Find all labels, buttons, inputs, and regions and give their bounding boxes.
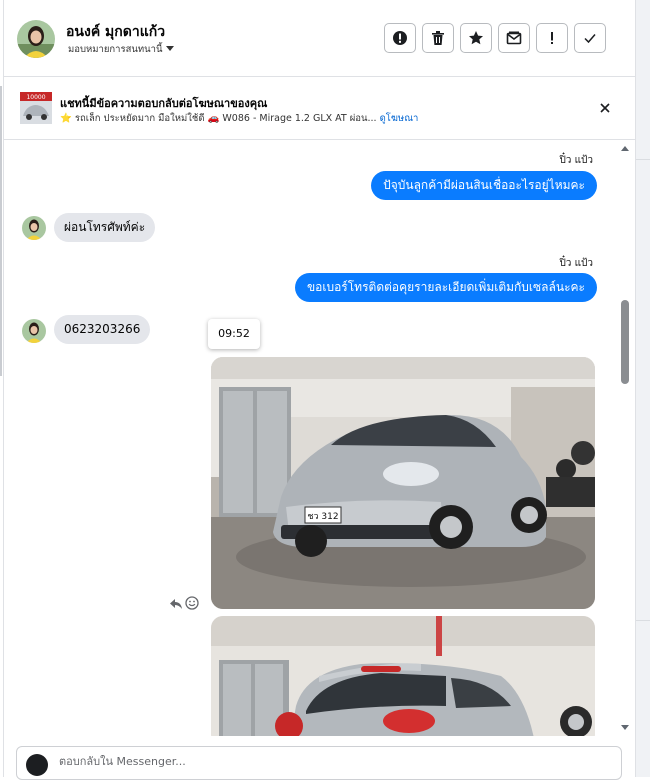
close-icon[interactable] [596,99,614,117]
ad-banner-title: แชทนี้มีข้อความตอบกลับต่อโฆษณาของคุณ [60,97,268,110]
mark-unread-button[interactable] [498,23,530,53]
reply-composer[interactable] [16,746,622,780]
timestamp-tooltip: 09:52 [208,319,260,349]
outgoing-message[interactable]: ปัจุบันลูกค้ามีผ่อนสินเชื่ออะไรอยู่ไหมคะ [371,171,597,200]
view-ad-link[interactable]: ดูโฆษณา [380,113,419,124]
scroll-down-icon[interactable] [620,724,630,732]
ad-thumb-text: 10000 [26,94,45,101]
incoming-message[interactable]: ผ่อนโทรศัพท์ค่ะ [54,213,156,242]
assign-label: มอบหมายการสนทนานี้ [68,44,163,55]
left-scrollbar[interactable] [0,86,2,376]
contact-avatar-small [22,216,46,240]
delete-button[interactable] [422,23,454,53]
emoji-reaction-icon[interactable] [185,596,199,610]
contact-avatar[interactable] [17,20,55,58]
ad-banner-subtitle: ⭐ รถเล็ก ประหยัดมาก มือใหม่ใช้ดี 🚗 W086 … [60,111,418,126]
license-plate-text: ชว 312 [307,512,338,522]
message-sender-name: ปิ๋ว แป้ว [559,155,593,166]
spam-button[interactable] [384,23,416,53]
star-button[interactable] [460,23,492,53]
ad-description: ⭐ รถเล็ก ประหยัดมาก มือใหม่ใช้ดี 🚗 W086 … [60,113,377,124]
alert-circle-icon [393,31,407,45]
reply-input[interactable] [59,755,459,768]
conversation-panel: อนงค์ มุกดาแก้ว มอบหมายการสนทนานี้ 10000 [3,0,636,780]
trash-icon [432,31,444,45]
done-button[interactable] [574,23,606,53]
reply-icon[interactable] [169,598,183,610]
contact-avatar-small [22,319,46,343]
incoming-message[interactable]: 0623203266 [54,315,151,344]
message-thread[interactable]: ปิ๋ว แป้ว ปัจุบันลูกค้ามีผ่อนสินเชื่ออะไ… [4,140,635,736]
scroll-thumb[interactable] [621,300,629,384]
contact-name[interactable]: อนงค์ มุกดาแก้ว [66,21,165,43]
envelope-icon [506,31,522,45]
ad-thumbnail[interactable]: 10000 [20,92,52,124]
scroll-up-icon[interactable] [620,144,630,152]
conversation-header: อนงค์ มุกดาแก้ว มอบหมายการสนทนานี้ [4,0,635,77]
right-sidebar-strip [635,0,650,777]
check-icon [584,34,596,44]
exclamation-icon [551,32,553,44]
follow-up-button[interactable] [536,23,568,53]
page-avatar [26,754,48,776]
car-photo-front[interactable]: ชว 312 [211,357,595,609]
assign-conversation-dropdown[interactable]: มอบหมายการสนทนานี้ [68,42,174,57]
chevron-down-icon [165,46,174,51]
thread-scrollbar[interactable] [618,142,632,736]
star-icon [469,31,483,45]
message-sender-name: ปิ๋ว แป้ว [559,258,593,269]
car-photo-rear[interactable] [211,616,595,736]
outgoing-message[interactable]: ขอเบอร์โทรติดต่อคุยรายละเอียดเพิ่มเติมกั… [294,273,597,302]
ad-reply-banner: 10000 แชทนี้มีข้อความตอบกลับต่อโฆษณาของค… [4,77,635,140]
